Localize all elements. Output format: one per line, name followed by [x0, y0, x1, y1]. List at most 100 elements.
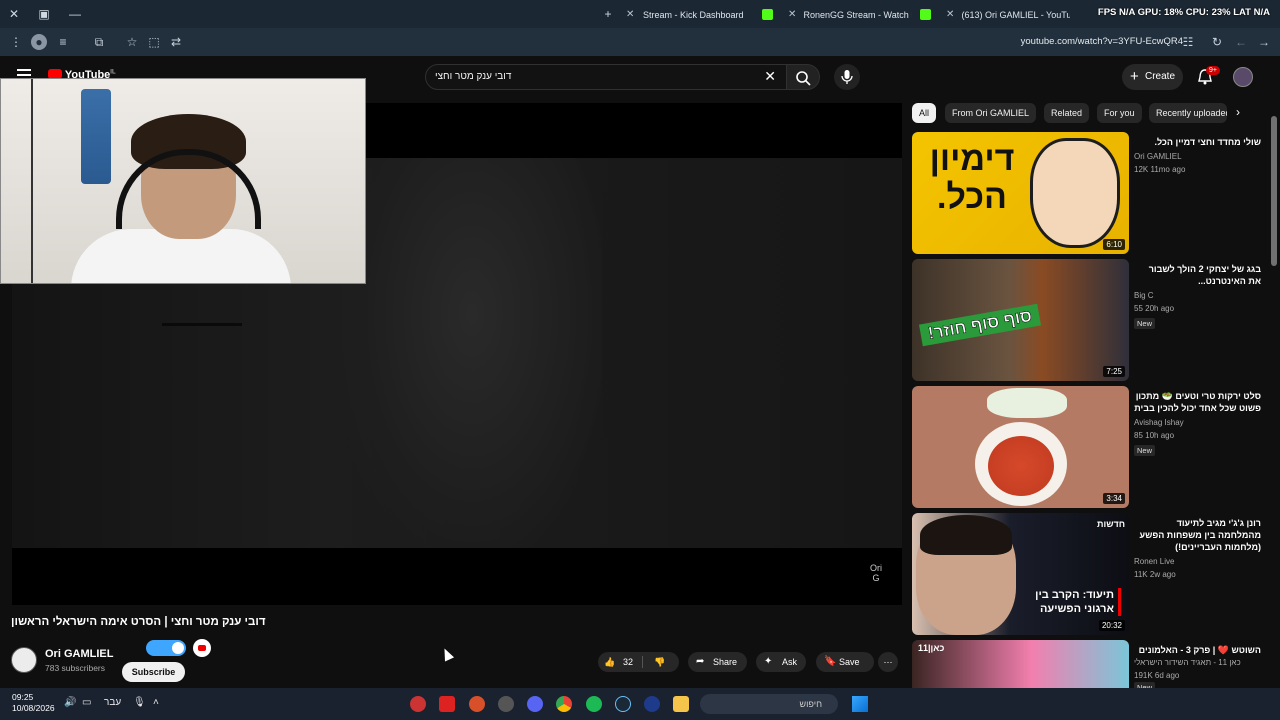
obs-icon[interactable] [410, 696, 426, 712]
channel-watermark[interactable]: Ori G [870, 563, 882, 583]
cartoon-face-thumbnail [1030, 138, 1120, 248]
more-menu-icon[interactable]: ⋮ [8, 34, 24, 50]
app-icon[interactable] [439, 696, 455, 712]
recommendation-title[interactable]: שולי מחדד וחצי דמיין הכל. [1134, 136, 1261, 148]
chip-for-you[interactable]: For you [1097, 103, 1142, 123]
network-icon[interactable]: ▭ [82, 697, 91, 708]
recommendation-channel[interactable]: כאן 11 - תאגיד השידור הישראלי [1134, 658, 1241, 667]
microphone-icon[interactable]: 🎙 [133, 697, 146, 708]
like-button[interactable]: 👍 [604, 652, 615, 672]
news-tag: חדשות [1097, 519, 1125, 529]
chatgpt-icon[interactable] [498, 696, 514, 712]
reading-mode-icon[interactable]: ≡ [55, 34, 71, 50]
recommendation-channel[interactable]: Ronen Live [1134, 557, 1174, 566]
taskbar-clock[interactable]: 09:25 10/08/2026 [12, 692, 55, 714]
video-thumbnail[interactable]: דימיון הכל. 6:10 [912, 132, 1129, 254]
recommendation-channel[interactable]: Ori GAMLIEL [1134, 152, 1182, 161]
salad-bowl-image [987, 388, 1067, 418]
tab-kick-dashboard[interactable]: ✕ Stream - Kick Dashboard [626, 4, 754, 26]
ask-button[interactable]: ✦ Ask [756, 652, 806, 672]
more-actions-icon[interactable]: ⋯ [878, 652, 898, 672]
video-thumbnail[interactable]: כאן|11 [912, 640, 1129, 688]
channel-avatar[interactable] [11, 647, 37, 673]
recommendation-item[interactable]: חדשות תיעוד: הקרב בין ארגוני הפשיעה 20:3… [912, 513, 1267, 635]
search-input[interactable]: דובי ענק מטר וחצי ✕ [425, 64, 787, 90]
app-icon[interactable] [469, 696, 485, 712]
tab-menu-icon[interactable]: ▣ [36, 6, 52, 22]
new-tab-icon[interactable]: + [600, 6, 616, 22]
webcam-cable [31, 79, 33, 283]
video-thumbnail[interactable]: חדשות תיעוד: הקרב בין ארגוני הפשיעה 20:3… [912, 513, 1129, 635]
streamer-hair-image [920, 515, 1012, 555]
recommendation-title[interactable]: השוטש ❤️ | פרק 3 - האלמונים [1134, 644, 1261, 656]
tab-close-icon[interactable]: ✕ [788, 4, 796, 26]
back-icon[interactable]: → [1256, 34, 1272, 50]
youtube-mini-icon[interactable] [193, 639, 211, 657]
screenshot-icon[interactable]: ⬚ [146, 34, 162, 50]
voice-search-button[interactable] [834, 64, 860, 90]
share-button[interactable]: ➦ Share [688, 652, 747, 672]
site-settings-icon[interactable]: ☷ [1180, 34, 1196, 50]
windows-start-icon[interactable] [852, 696, 868, 712]
salad-image [988, 436, 1054, 496]
recommendation-channel[interactable]: Big C [1134, 291, 1154, 300]
translate-icon[interactable]: ⇄ [168, 34, 184, 50]
discord-icon[interactable] [527, 696, 543, 712]
recommendation-item[interactable]: סוף סוף חוזר! 7:25 בגג של יצחקי 2 הולך ל… [912, 259, 1267, 381]
video-title: דובי ענק מטר וחצי | הסרט אימה הישראלי הר… [11, 616, 266, 628]
chevron-right-icon[interactable]: › [1236, 105, 1240, 119]
volume-icon[interactable]: 🔊 [64, 697, 76, 708]
recommendation-item[interactable]: כאן|11 השוטש ❤️ | פרק 3 - האלמונים כאן 1… [912, 640, 1267, 693]
new-badge: New [1134, 318, 1156, 329]
recommendation-title[interactable]: רונן ג'ג'י מגיב לתיעוד מהמלחמה בין משפחו… [1134, 517, 1261, 553]
recommendation-title[interactable]: בגג של יצחקי 2 הולך לשבור את האינטרנט... [1134, 263, 1261, 287]
profile-icon[interactable]: ● [31, 34, 47, 50]
clear-search-icon[interactable]: ✕ [764, 68, 776, 85]
chip-all[interactable]: All [912, 103, 937, 123]
video-thumbnail[interactable]: סוף סוף חוזר! 7:25 [912, 259, 1129, 381]
recommendation-title[interactable]: סלט ירקות טרי וטעים 🥗 מתכון פשוט שכל אחד… [1134, 390, 1261, 414]
recommendation-channel[interactable]: Avishag Ishay [1134, 418, 1184, 427]
account-avatar[interactable] [1233, 67, 1253, 87]
spotify-icon[interactable] [586, 696, 602, 712]
recommendation-item[interactable]: דימיון הכל. 6:10 שולי מחדד וחצי דמיין הכ… [912, 132, 1267, 254]
save-button[interactable]: 🔖 Save [816, 652, 874, 672]
forward-icon[interactable]: ← [1233, 34, 1249, 50]
chip-related[interactable]: Related [1044, 103, 1090, 123]
tab-youtube-active[interactable]: ✕ (613) Ori GAMLIEL - YouTube [920, 4, 1070, 26]
bookmark-star-icon[interactable]: ☆ [124, 34, 140, 50]
browser-tab-strip: ✕ ▣ — + ✕ Stream - Kick Dashboard ✕ Rone… [0, 0, 1280, 28]
file-explorer-icon[interactable] [673, 696, 689, 712]
video-bicycle-silhouette [162, 323, 242, 383]
steam-icon[interactable] [615, 696, 631, 712]
address-bar[interactable]: youtube.com/watch?v=3YFU-EcwQR4 [1021, 36, 1183, 47]
reload-icon[interactable]: ↻ [1209, 34, 1225, 50]
kick-icon [920, 9, 931, 20]
tab-close-icon[interactable]: ✕ [626, 4, 634, 26]
video-thumbnail[interactable]: 3:34 [912, 386, 1129, 508]
tab-ronengg-stream[interactable]: ✕ RonenGG Stream - Watch Live [762, 4, 912, 26]
thumbs-down-icon[interactable]: 👎 [654, 652, 665, 672]
search-button[interactable] [786, 64, 820, 90]
create-button[interactable]: + Create [1122, 64, 1183, 90]
minimize-icon[interactable]: — [67, 6, 83, 22]
toggle-switch[interactable] [146, 640, 186, 656]
recommendation-meta: 12K 11mo ago [1134, 165, 1186, 174]
chip-recently-uploaded[interactable]: Recently uploaded [1149, 103, 1227, 123]
ea-icon[interactable] [644, 696, 660, 712]
page-scrollbar[interactable] [1271, 116, 1277, 266]
windows-taskbar: 09:25 10/08/2026 🔊 ▭ עבר 🎙 ˄ חיפוש [0, 688, 1280, 720]
chrome-icon[interactable] [556, 696, 572, 712]
language-indicator[interactable]: עבר [104, 697, 121, 708]
tab-close-icon[interactable]: ✕ [946, 4, 954, 26]
extensions-icon[interactable]: ⧉ [91, 34, 107, 50]
notification-count-badge: 9+ [1206, 66, 1220, 75]
chevron-up-icon[interactable]: ˄ [153, 697, 159, 708]
close-window-icon[interactable]: ✕ [6, 6, 22, 22]
recommendation-item[interactable]: 3:34 סלט ירקות טרי וטעים 🥗 מתכון פשוט שכ… [912, 386, 1267, 508]
chip-from-channel[interactable]: From Ori GAMLIEL [945, 103, 1037, 123]
taskbar-search[interactable]: חיפוש [700, 694, 838, 714]
recommendation-meta: 191K 6d ago [1134, 671, 1180, 680]
subscribe-button[interactable]: Subscribe [122, 662, 185, 682]
channel-name[interactable]: Ori GAMLIEL [45, 648, 113, 660]
